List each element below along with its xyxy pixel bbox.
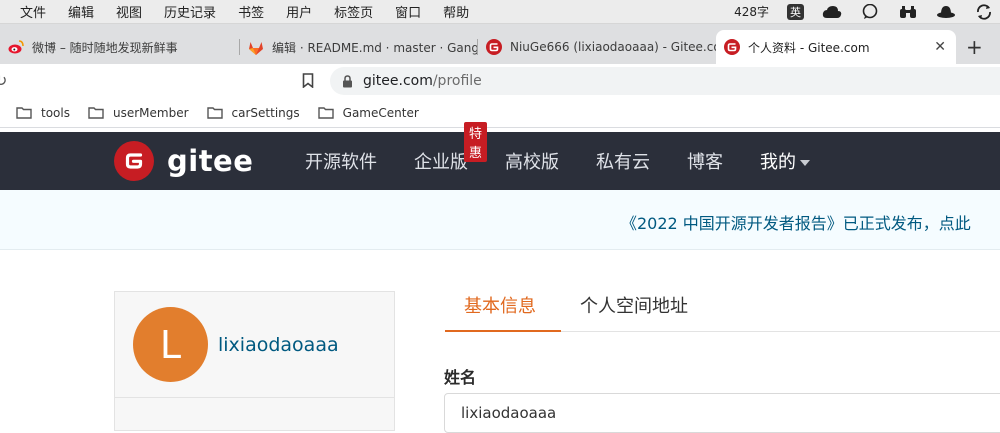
gitee-icon [724,39,740,55]
profile-card: L lixiaodaoaaa [114,291,395,431]
promo-badge: 特惠 [464,122,488,162]
nav-item-education[interactable]: 高校版 [505,148,559,174]
menu-bookmarks[interactable]: 书签 [238,2,264,21]
nav-item-enterprise[interactable]: 企业版 特惠 [414,122,488,174]
avatar[interactable]: L [133,307,208,382]
gitee-logo[interactable]: gitee [114,141,253,181]
nav-item-blog[interactable]: 博客 [687,148,723,174]
menu-view[interactable]: 视图 [116,2,142,21]
gitee-logo-text: gitee [167,144,254,178]
menu-edit[interactable]: 编辑 [68,2,94,21]
folder-icon [16,106,32,119]
nav-item-opensource[interactable]: 开源软件 [305,148,377,174]
close-tab-icon[interactable]: ✕ [924,39,946,55]
bookmark-usermember[interactable]: userMember [88,106,189,120]
url-path: /profile [432,73,482,89]
announcement-banner: 《2022 中国开源开发者报告》已正式发布，点此 [0,190,1000,250]
folder-icon [206,106,223,119]
tab-personal-space[interactable]: 个人空间地址 [580,292,688,318]
folder-icon [88,106,104,119]
bookmark-label: userMember [112,105,189,120]
username-link[interactable]: lixiaodaoaaa [218,334,339,356]
bookmark-label: GameCenter [342,105,419,120]
sync-icon[interactable] [974,3,994,20]
chevron-down-icon [800,159,810,166]
browser-tab-title: NiuGe666 (lixiaodaoaaa) - Gitee.com [510,40,716,54]
active-tab-underline [445,330,561,332]
nav-menu: 开源软件 企业版 特惠 高校版 私有云 博客 我的 [305,122,847,190]
bookmark-gamecenter[interactable]: GameCenter [317,105,419,120]
browser-tab-gitee-profile[interactable]: 个人资料 - Gitee.com ✕ [716,30,956,64]
bookmark-tools[interactable]: tools [16,106,70,120]
macos-menubar: 文件 编辑 视图 历史记录 书签 用户 标签页 窗口 帮助 428字 英 [0,0,1000,24]
url-field[interactable]: gitee.com/profile [330,67,1000,95]
profile-card-header: L lixiaodaoaaa [115,292,394,398]
browser-tab-gitlab[interactable]: 编辑 · README.md · master · Gang [240,30,478,64]
bookmarks-bar: tools userMember carSettings GameCenter [0,98,1000,128]
browser-tab-gitee-user[interactable]: NiuGe666 (lixiaodaoaaa) - Gitee.com [478,30,716,64]
gitee-navbar: gitee 开源软件 企业版 特惠 高校版 私有云 博客 我的 [0,122,1000,190]
browser-tab-weibo[interactable]: 微博 – 随时随地发现新鲜事 [0,30,240,64]
binoculars-icon[interactable] [898,4,918,20]
word-count: 428字 [734,5,769,19]
reload-icon[interactable]: ↻ [0,71,7,90]
url-host: gitee.com [363,73,433,89]
browser-tab-title: 个人资料 - Gitee.com [748,40,870,55]
bookmark-carsettings[interactable]: carSettings [206,105,300,120]
menu-tabs[interactable]: 标签页 [334,2,373,21]
menu-window[interactable]: 窗口 [395,2,421,21]
menu-user[interactable]: 用户 [286,2,312,21]
status-area: 428字 英 [734,3,1000,20]
menu-history[interactable]: 历史记录 [164,2,216,21]
hat-icon[interactable] [936,4,956,20]
new-tab-button[interactable]: + [966,36,983,58]
bookmark-star-icon[interactable] [302,73,314,92]
folder-icon [317,106,334,119]
ime-indicator[interactable]: 英 [787,3,804,20]
announcement-link[interactable]: 《2022 中国开源开发者报告》已正式发布，点此 [621,210,971,234]
lock-icon[interactable] [342,74,353,88]
address-bar-row: ↻ gitee.com/profile [0,64,1000,98]
nav-item-mine[interactable]: 我的 [760,148,810,174]
menu-help[interactable]: 帮助 [443,2,469,21]
gitlab-icon [248,39,264,55]
browser-tab-title: 微博 – 随时随地发现新鲜事 [32,40,178,55]
browser-tab-strip: 微博 – 随时随地发现新鲜事 编辑 · README.md · master ·… [0,24,1000,64]
profile-tabs: 基本信息 个人空间地址 [445,280,1000,332]
name-field-label: 姓名 [444,368,477,387]
menu-file[interactable]: 文件 [20,2,46,21]
gitee-icon [486,39,502,55]
app-menus: 文件 编辑 视图 历史记录 书签 用户 标签页 窗口 帮助 [0,2,491,21]
browser-tab-title: 编辑 · README.md · master · Gang [272,40,478,55]
chat-icon[interactable] [860,3,880,20]
bookmark-label: carSettings [231,105,300,120]
name-field[interactable] [444,393,1000,433]
nav-item-label: 企业版 [414,152,468,173]
bookmark-label: tools [41,105,70,120]
cloud-icon[interactable] [822,4,842,20]
weibo-icon [8,39,24,55]
nav-item-private-cloud[interactable]: 私有云 [596,148,650,174]
tab-basic-info[interactable]: 基本信息 [464,292,536,318]
gitee-logo-icon [114,141,154,181]
nav-item-label: 我的 [760,152,796,173]
